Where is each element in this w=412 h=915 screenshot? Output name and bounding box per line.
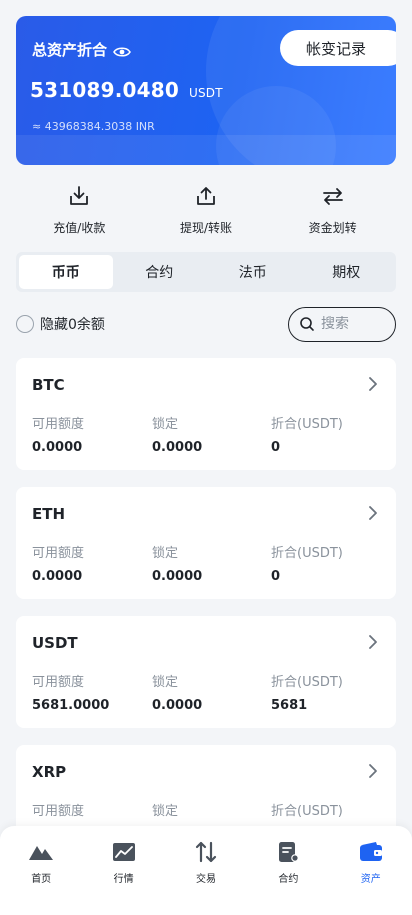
- withdraw-button[interactable]: 提现/转账: [151, 183, 261, 243]
- available-label: 可用额度: [32, 546, 85, 561]
- search-input[interactable]: [321, 316, 381, 332]
- search-icon: [300, 317, 314, 331]
- total-assets-title: 总资产折合: [32, 39, 131, 60]
- locked-column: 锁定 0.0000: [152, 413, 202, 455]
- hide-zero-label: 隐藏0余额: [40, 317, 105, 333]
- nav-market-label: 行情: [113, 874, 134, 885]
- usdt-label: 折合(USDT): [271, 546, 343, 561]
- usdt-column: 折合(USDT) 5681: [271, 671, 343, 713]
- nav-home-label: 首页: [31, 874, 52, 885]
- upload-icon: [197, 187, 215, 205]
- available-column: 可用额度 5681.0000: [32, 671, 109, 713]
- usdt-label: 折合(USDT): [271, 417, 343, 432]
- eye-icon[interactable]: [113, 44, 131, 57]
- usdt-value: 5681: [271, 698, 308, 713]
- hide-zero-toggle[interactable]: 隐藏0余额: [16, 314, 105, 334]
- balance-value: 531089.0480: [30, 78, 179, 102]
- available-label: 可用额度: [32, 675, 85, 690]
- tab-spot[interactable]: 币币: [19, 255, 113, 289]
- locked-value: 0.0000: [152, 440, 203, 455]
- hide-zero-radio[interactable]: [16, 315, 34, 333]
- nav-assets-label: 资产: [360, 874, 381, 885]
- quick-actions: 充值/收款 提现/转账 资金划转: [16, 183, 396, 243]
- locked-label: 锁定: [152, 546, 179, 561]
- filter-row: 隐藏0余额: [16, 306, 396, 342]
- asset-card-eth[interactable]: ETH 可用额度 0.0000 锁定 0.0000 折合(USDT) 0: [16, 487, 396, 599]
- nav-trade-label: 交易: [195, 874, 216, 885]
- total-assets-label: 总资产折合: [32, 41, 108, 59]
- transfer-button[interactable]: 资金划转: [278, 183, 388, 243]
- coin-name: USDT: [32, 634, 78, 652]
- search-box[interactable]: [288, 306, 396, 342]
- usdt-column: 折合(USDT) 0: [271, 542, 343, 584]
- locked-column: 锁定 0.0000: [152, 671, 202, 713]
- locked-label: 锁定: [152, 417, 179, 432]
- nav-trade[interactable]: 交易: [171, 840, 241, 915]
- locked-value: 0.0000: [152, 698, 203, 713]
- usdt-value: 0: [271, 440, 281, 455]
- coin-name: BTC: [32, 376, 65, 394]
- nav-assets[interactable]: 资产: [336, 840, 406, 915]
- available-label: 可用额度: [32, 804, 85, 819]
- account-history-button[interactable]: 帐变记录: [280, 30, 396, 66]
- total-balance: 531089.0480 USDT: [30, 78, 223, 102]
- tab-fiat[interactable]: 法币: [206, 255, 300, 289]
- locked-label: 锁定: [152, 804, 179, 819]
- available-column: 可用额度 0.0000: [32, 542, 84, 584]
- balance-converted: ≈ 43968384.3038 INR: [32, 120, 155, 133]
- chevron-right-icon: [369, 506, 377, 520]
- bottom-navigation: 首页 行情 交易 合约 资产: [0, 826, 412, 915]
- total-assets-banner: 总资产折合 帐变记录 531089.0480 USDT ≈ 43968384.3…: [16, 16, 396, 165]
- coin-name: ETH: [32, 505, 66, 523]
- chevron-right-icon: [369, 764, 377, 778]
- available-value: 0.0000: [32, 569, 83, 584]
- home-icon: [29, 846, 54, 860]
- available-label: 可用额度: [32, 417, 85, 432]
- available-value: 5681.0000: [32, 698, 110, 713]
- available-column: 可用额度 0.0000: [32, 413, 84, 455]
- chevron-right-icon: [369, 377, 377, 391]
- asset-card-usdt[interactable]: USDT 可用额度 5681.0000 锁定 0.0000 折合(USDT) 5…: [16, 616, 396, 728]
- locked-column: 锁定: [152, 800, 178, 827]
- usdt-label: 折合(USDT): [271, 804, 343, 819]
- usdt-column: 折合(USDT): [271, 800, 343, 827]
- deposit-label: 充值/收款: [53, 221, 106, 235]
- wallet-icon: [359, 842, 382, 861]
- transfer-label: 资金划转: [308, 221, 357, 235]
- tab-options[interactable]: 期权: [300, 255, 394, 289]
- transfer-icon: [322, 188, 343, 205]
- nav-contract-label: 合约: [278, 874, 299, 885]
- trade-icon: [195, 841, 217, 863]
- chevron-right-icon: [369, 635, 377, 649]
- assets-page: 总资产折合 帐变记录 531089.0480 USDT ≈ 43968384.3…: [0, 0, 412, 915]
- usdt-column: 折合(USDT) 0: [271, 413, 343, 455]
- account-history-label: 帐变记录: [306, 39, 367, 58]
- locked-column: 锁定 0.0000: [152, 542, 202, 584]
- usdt-label: 折合(USDT): [271, 675, 343, 690]
- tab-contract[interactable]: 合约: [113, 255, 207, 289]
- nav-market[interactable]: 行情: [89, 840, 159, 915]
- deposit-button[interactable]: 充值/收款: [24, 183, 134, 243]
- available-column: 可用额度: [32, 800, 84, 827]
- balance-unit: USDT: [188, 86, 223, 100]
- locked-label: 锁定: [152, 675, 179, 690]
- banner-decoration: [16, 135, 396, 165]
- market-icon: [112, 843, 135, 861]
- account-tabs: 币币 合约 法币 期权: [16, 252, 396, 292]
- available-value: 0.0000: [32, 440, 83, 455]
- nav-home[interactable]: 首页: [6, 840, 76, 915]
- usdt-value: 0: [271, 569, 281, 584]
- nav-contract[interactable]: 合约: [253, 840, 323, 915]
- locked-value: 0.0000: [152, 569, 203, 584]
- download-icon: [70, 186, 89, 205]
- contract-icon: [279, 842, 300, 862]
- withdraw-label: 提现/转账: [179, 221, 232, 235]
- asset-card-btc[interactable]: BTC 可用额度 0.0000 锁定 0.0000 折合(USDT) 0: [16, 358, 396, 470]
- coin-name: XRP: [32, 763, 67, 781]
